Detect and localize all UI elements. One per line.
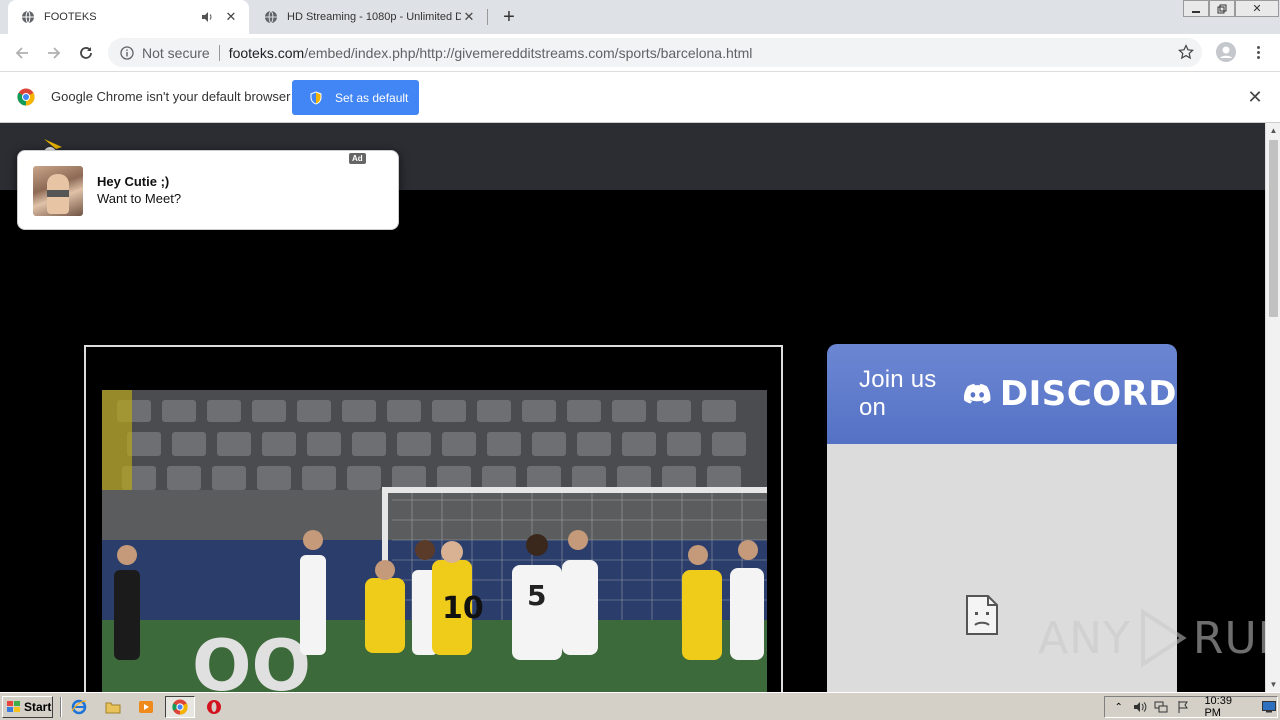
web-page: Ad Hey Cutie ;) Want to Meet? OO 10 5 Jo… bbox=[0, 123, 1265, 692]
video-frame[interactable]: OO 10 5 bbox=[102, 390, 767, 692]
media-player-icon[interactable] bbox=[137, 698, 155, 716]
vertical-scrollbar[interactable]: ▲ ▼ bbox=[1265, 123, 1280, 692]
video-player[interactable]: OO 10 5 bbox=[84, 345, 783, 692]
address-bar[interactable]: Not secure footeks.com /embed/index.php/… bbox=[108, 38, 1202, 67]
back-icon[interactable] bbox=[12, 43, 32, 63]
tab-separator bbox=[487, 9, 488, 25]
globe-icon bbox=[263, 9, 279, 25]
svg-text:10: 10 bbox=[442, 591, 484, 626]
start-button[interactable]: Start bbox=[2, 696, 53, 718]
infobar-message: Google Chrome isn't your default browser bbox=[51, 89, 291, 104]
close-tab-icon[interactable]: ✕ bbox=[223, 9, 239, 25]
chrome-logo-icon bbox=[17, 88, 35, 106]
scroll-down-icon[interactable]: ▼ bbox=[1266, 677, 1280, 692]
network-icon[interactable] bbox=[1154, 699, 1169, 715]
ad-badge: Ad bbox=[349, 153, 366, 164]
restore-button[interactable] bbox=[1209, 0, 1235, 17]
ie-icon[interactable] bbox=[70, 698, 88, 716]
flag-icon[interactable] bbox=[1175, 699, 1190, 715]
svg-text:5: 5 bbox=[527, 579, 546, 612]
clock[interactable]: 10:39 PM bbox=[1204, 695, 1249, 719]
anyrun-watermark: ANY RUN bbox=[1038, 608, 1265, 668]
reload-icon[interactable] bbox=[76, 43, 96, 63]
divider bbox=[218, 44, 220, 61]
close-icon[interactable]: ✕ bbox=[1247, 87, 1263, 107]
tab-footeks[interactable]: FOOTEKS ✕ bbox=[8, 0, 249, 34]
desktop-icon[interactable] bbox=[1262, 699, 1277, 715]
play-icon bbox=[1140, 608, 1187, 668]
discord-banner[interactable]: Join us on DISCORD bbox=[827, 344, 1177, 444]
url-path: /embed/index.php/http://givemeredditstre… bbox=[304, 44, 753, 61]
windows-flag-icon bbox=[7, 701, 20, 712]
scroll-up-icon[interactable]: ▲ bbox=[1266, 123, 1280, 138]
chevron-up-icon[interactable]: ⌃ bbox=[1111, 699, 1126, 715]
shield-icon bbox=[310, 91, 322, 104]
profile-icon[interactable] bbox=[1216, 42, 1236, 62]
close-tab-icon[interactable]: ✕ bbox=[461, 9, 477, 25]
menu-icon[interactable] bbox=[1250, 41, 1266, 63]
video-scene: OO 10 5 bbox=[102, 390, 767, 692]
discord-brand: DISCORD bbox=[999, 374, 1177, 414]
scrollbar-thumb[interactable] bbox=[1269, 140, 1278, 317]
watermark-right: RUN bbox=[1192, 612, 1265, 664]
globe-icon bbox=[20, 9, 36, 25]
ad-title: Hey Cutie ;) bbox=[97, 174, 170, 189]
volume-icon[interactable] bbox=[1132, 699, 1147, 715]
star-icon[interactable] bbox=[1178, 44, 1194, 60]
broken-document-icon bbox=[966, 595, 998, 635]
window-controls: ✕ bbox=[1183, 0, 1279, 18]
set-default-label: Set as default bbox=[335, 90, 409, 105]
discord-logo-icon bbox=[964, 383, 991, 404]
tab-hd-streaming[interactable]: HD Streaming - 1080p - Unlimited Do ✕ bbox=[251, 0, 487, 34]
taskbar-separator bbox=[60, 697, 62, 717]
forward-icon[interactable] bbox=[44, 43, 64, 63]
set-default-button[interactable]: Set as default bbox=[292, 80, 419, 115]
ad-popup[interactable]: Ad Hey Cutie ;) Want to Meet? bbox=[17, 150, 399, 230]
chrome-taskbar-button[interactable] bbox=[165, 696, 195, 718]
tab-strip: FOOTEKS ✕ HD Streaming - 1080p - Unlimit… bbox=[0, 0, 1280, 34]
url-host: footeks.com bbox=[228, 44, 305, 61]
opera-icon[interactable] bbox=[205, 698, 223, 716]
speaker-icon[interactable] bbox=[201, 11, 215, 23]
ad-subtitle: Want to Meet? bbox=[97, 191, 182, 206]
tab-title: FOOTEKS bbox=[44, 11, 97, 23]
toolbar: Not secure footeks.com /embed/index.php/… bbox=[0, 34, 1280, 72]
security-label: Not secure bbox=[142, 44, 210, 61]
discord-join-text: Join us on bbox=[859, 366, 937, 421]
folder-icon[interactable] bbox=[104, 698, 122, 716]
taskbar: Start ⌃ 10:39 PM bbox=[0, 692, 1280, 720]
info-icon[interactable] bbox=[118, 45, 136, 60]
default-browser-infobar: Google Chrome isn't your default browser… bbox=[0, 72, 1280, 123]
window-close-button[interactable]: ✕ bbox=[1235, 0, 1279, 17]
svg-text:OO: OO bbox=[192, 625, 311, 692]
chrome-icon bbox=[172, 699, 188, 715]
watermark-left: ANY bbox=[1038, 612, 1131, 664]
tab-title: HD Streaming - 1080p - Unlimited Do bbox=[287, 11, 461, 23]
system-tray: ⌃ 10:39 PM bbox=[1104, 695, 1278, 719]
minimize-button[interactable] bbox=[1183, 0, 1209, 17]
ad-thumbnail bbox=[33, 166, 83, 216]
plus-icon[interactable]: + bbox=[498, 6, 520, 28]
start-label: Start bbox=[24, 700, 52, 714]
